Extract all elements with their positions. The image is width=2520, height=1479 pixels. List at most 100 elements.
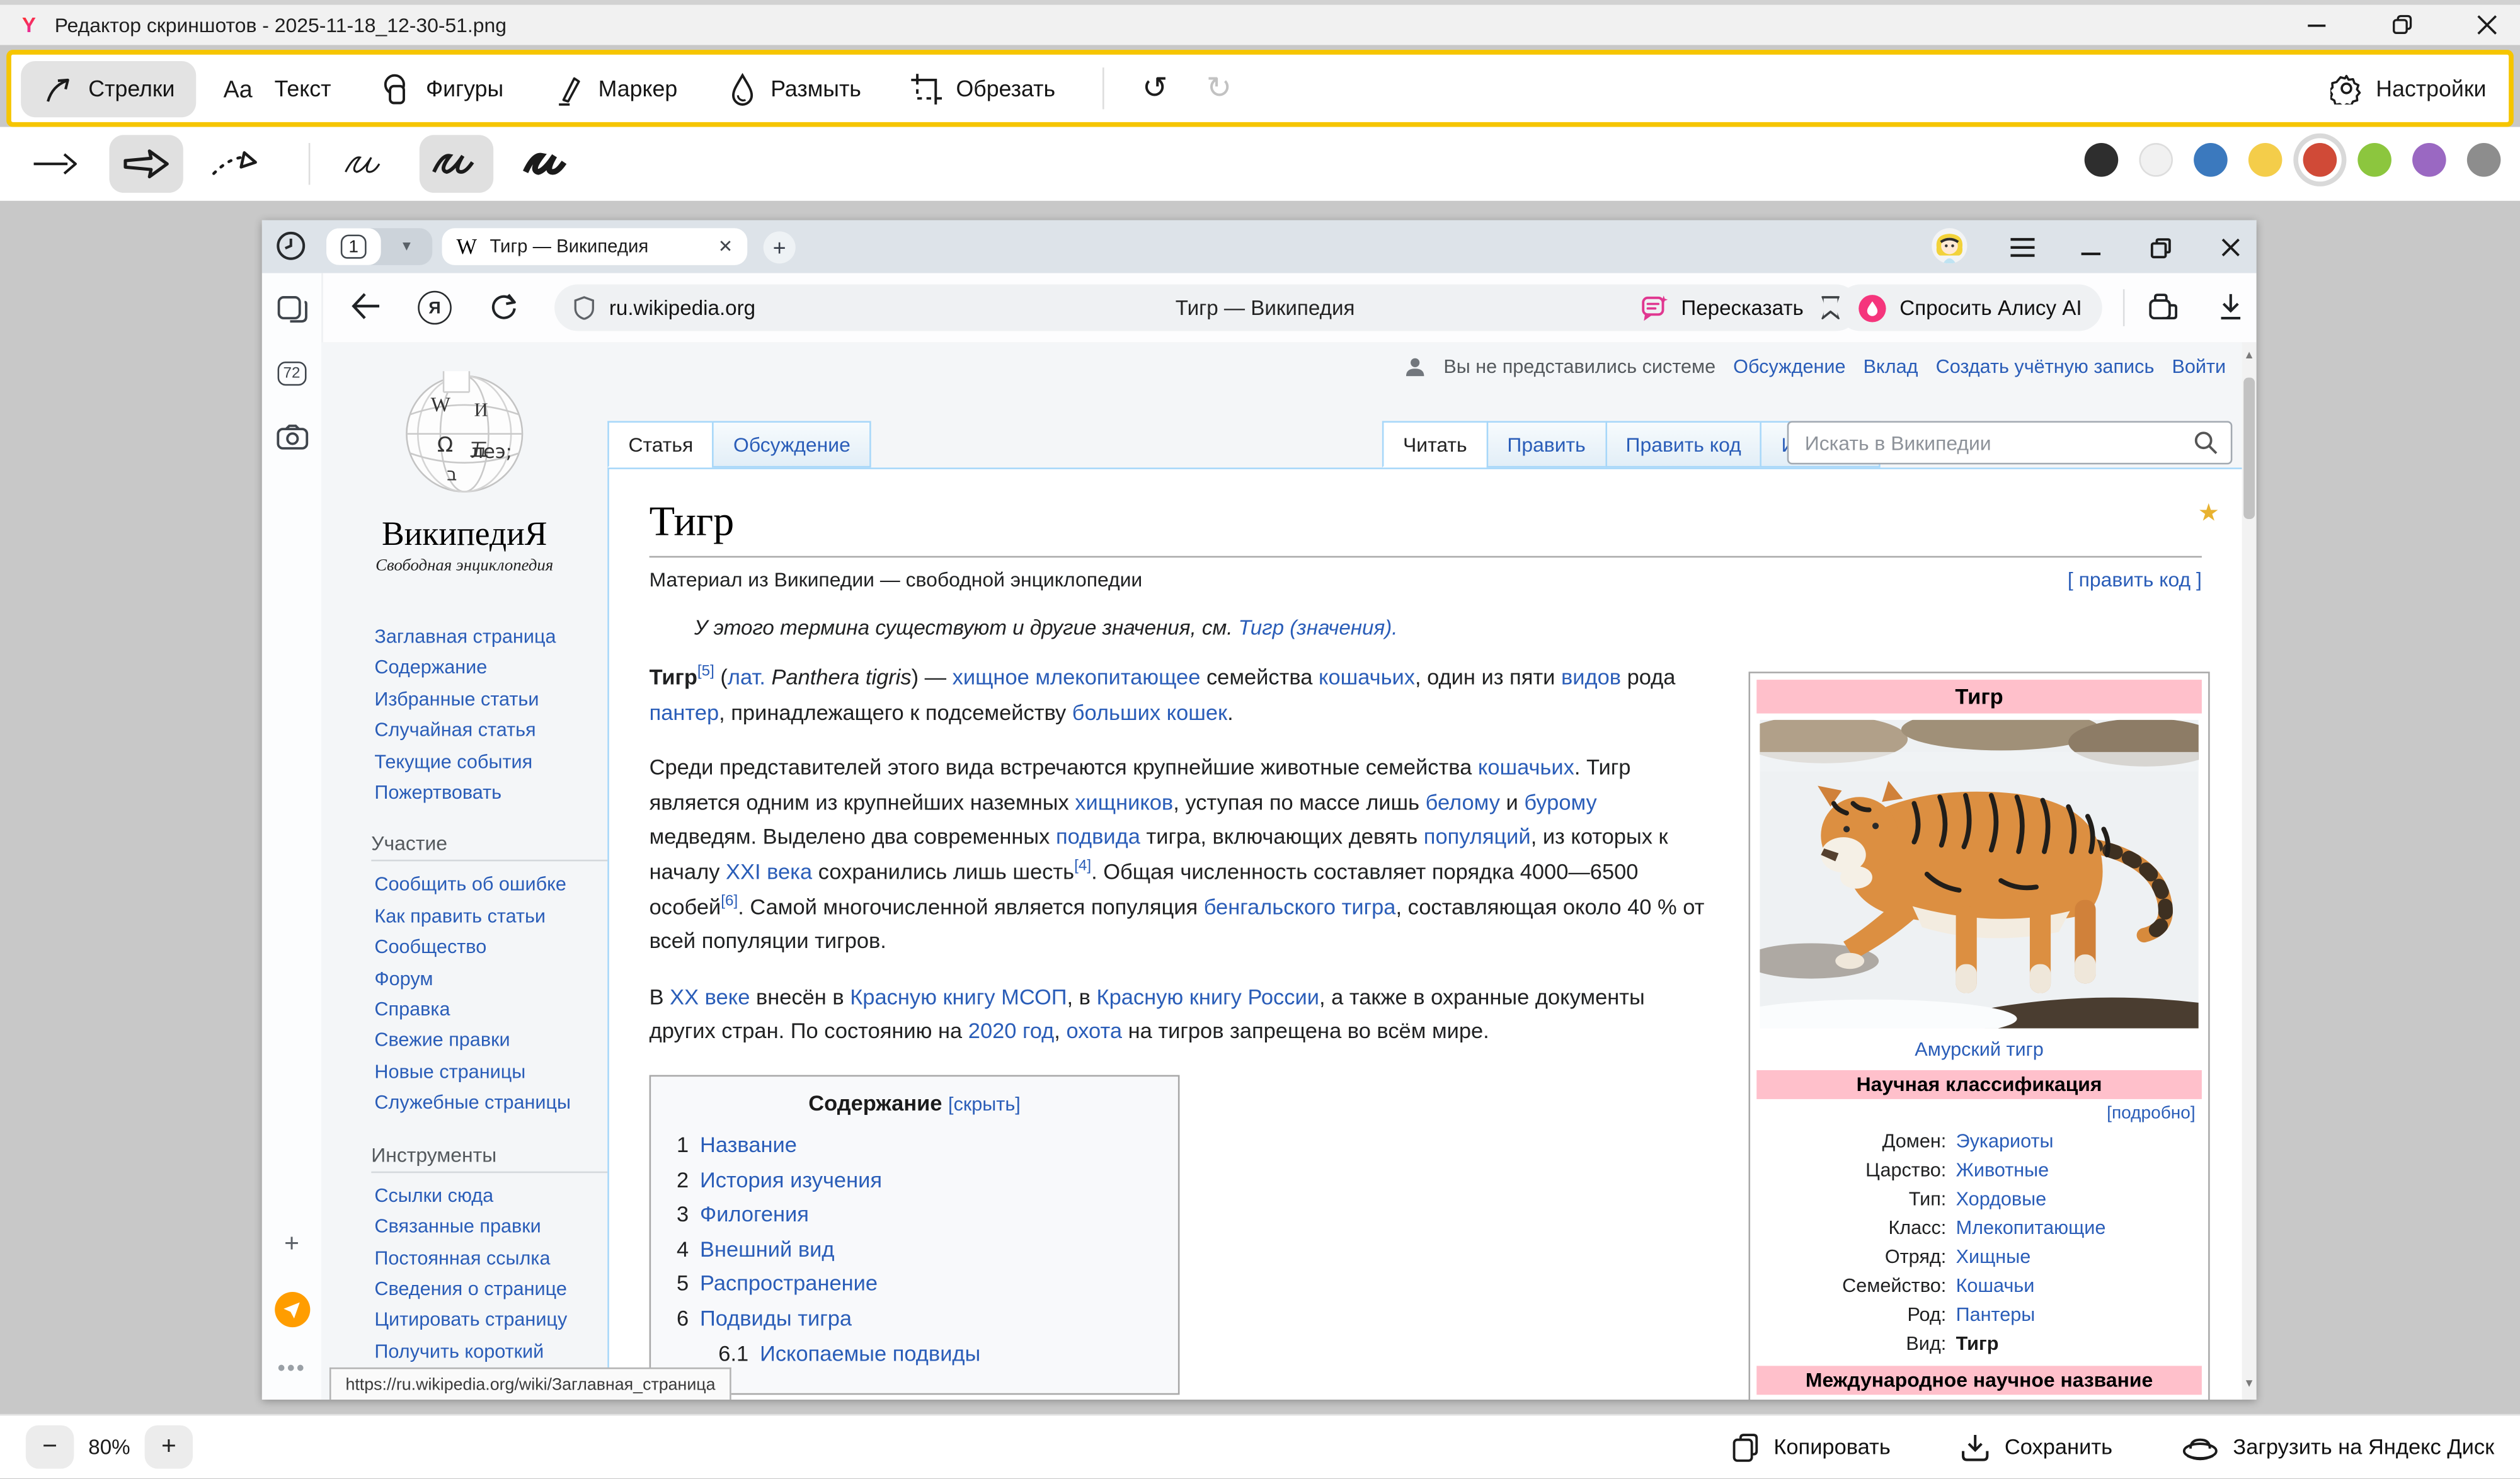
- wiki-link[interactable]: охота: [1066, 1019, 1122, 1043]
- undo-button[interactable]: ↺: [1123, 73, 1187, 103]
- personal-link[interactable]: Создать учётную запись: [1936, 355, 2155, 378]
- sidebar-link[interactable]: Ссылки сюда: [374, 1180, 619, 1212]
- captured-screenshot[interactable]: 1 ▾ W Тигр — Википедия ✕ +: [262, 220, 2257, 1399]
- sidebar-link[interactable]: Содержание: [374, 653, 619, 685]
- wiki-link[interactable]: хищное млекопитающее: [953, 665, 1201, 689]
- wiki-tab[interactable]: Обсуждение: [713, 421, 871, 467]
- tool-shapes[interactable]: Фигуры: [358, 60, 524, 117]
- sidebar-link[interactable]: Избранные статьи: [374, 684, 619, 716]
- reload-icon[interactable]: [489, 291, 519, 329]
- toc-hide-link[interactable]: [скрыть]: [948, 1093, 1021, 1116]
- wiki-link[interactable]: [4]: [1074, 857, 1091, 875]
- wiki-link[interactable]: бенгальского тигра: [1204, 894, 1396, 918]
- color-swatch[interactable]: [2303, 143, 2337, 177]
- wiki-link[interactable]: видов: [1561, 665, 1621, 689]
- wiki-link[interactable]: популяций: [1424, 825, 1531, 849]
- sidebar-link[interactable]: Сообщить об ошибке: [374, 870, 619, 901]
- tab-group-widget[interactable]: 1 ▾: [326, 228, 432, 265]
- toc-link[interactable]: Филогения: [700, 1202, 809, 1226]
- arrow-style-thin[interactable]: [20, 135, 93, 193]
- color-swatch[interactable]: [2194, 143, 2228, 177]
- sidebar-link[interactable]: Сообщество: [374, 932, 619, 964]
- scroll-down-icon[interactable]: ▼: [2242, 1377, 2257, 1393]
- chevron-down-icon[interactable]: ▾: [381, 228, 433, 265]
- extensions-icon[interactable]: [2147, 292, 2177, 329]
- wiki-tab[interactable]: Править: [1486, 421, 1605, 467]
- arrow-style-dashed[interactable]: [199, 135, 273, 193]
- taxon-link[interactable]: Животные: [1956, 1155, 2049, 1184]
- color-swatch[interactable]: [2467, 143, 2501, 177]
- history-icon[interactable]: [275, 230, 307, 270]
- details-link[interactable]: [подробно]: [2107, 1104, 2196, 1124]
- personal-link[interactable]: Вклад: [1864, 355, 1918, 378]
- wiki-link[interactable]: Красную книгу России: [1097, 985, 1319, 1008]
- wiki-link[interactable]: Тигр (значения).: [1239, 615, 1398, 639]
- tool-text[interactable]: Aa Текст: [202, 61, 352, 116]
- wiki-link[interactable]: Красную книгу МСОП: [850, 985, 1067, 1008]
- strip-more-icon[interactable]: •••: [277, 1355, 306, 1381]
- scrollbar-thumb[interactable]: [2243, 377, 2255, 518]
- wiki-link[interactable]: лат.: [728, 665, 765, 689]
- taxon-link[interactable]: Хордовые: [1956, 1184, 2047, 1213]
- page-scrollbar[interactable]: ▲ ▼: [2242, 342, 2257, 1400]
- tiger-image[interactable]: [1756, 720, 2202, 1033]
- personal-link[interactable]: Обсуждение: [1733, 355, 1845, 378]
- search-icon[interactable]: [2194, 431, 2218, 455]
- toc-link[interactable]: Распространение: [700, 1272, 878, 1296]
- redo-button[interactable]: ↻: [1187, 73, 1251, 103]
- wiki-link[interactable]: XX веке: [670, 985, 750, 1008]
- wiki-tab[interactable]: Читать: [1382, 421, 1486, 467]
- wiki-link[interactable]: больших кошек: [1072, 700, 1227, 724]
- sidebar-link[interactable]: Свежие правки: [374, 1026, 619, 1058]
- wiki-link[interactable]: хищников: [1075, 791, 1173, 814]
- color-swatch[interactable]: [2085, 143, 2119, 177]
- close-button[interactable]: [2477, 14, 2497, 35]
- wiki-tab[interactable]: Править код: [1605, 421, 1760, 467]
- sidebar-link[interactable]: Пожертвовать: [374, 778, 619, 809]
- wiki-link[interactable]: белому: [1426, 791, 1500, 814]
- tool-blur[interactable]: Размыть: [705, 60, 882, 117]
- zoom-out-button[interactable]: −: [26, 1426, 74, 1470]
- color-swatch[interactable]: [2412, 143, 2446, 177]
- search-input[interactable]: [1802, 430, 2194, 455]
- browser-restore-icon[interactable]: [2146, 233, 2175, 262]
- new-tab-button[interactable]: +: [764, 231, 796, 263]
- color-swatch[interactable]: [2248, 143, 2282, 177]
- wiki-link[interactable]: [5]: [697, 663, 714, 680]
- zoom-in-button[interactable]: +: [145, 1426, 193, 1470]
- restore-button[interactable]: [2391, 14, 2412, 35]
- tabs-counter-badge[interactable]: 72: [277, 362, 306, 385]
- wiki-search-box[interactable]: [1787, 421, 2233, 464]
- wiki-link[interactable]: XXI века: [726, 860, 812, 884]
- wiki-link[interactable]: подвида: [1056, 825, 1140, 849]
- tab-close-icon[interactable]: ✕: [718, 236, 733, 257]
- stroke-width-medium[interactable]: [420, 135, 493, 193]
- image-caption-link[interactable]: Амурский тигр: [1915, 1038, 2044, 1061]
- sidebar-link[interactable]: Цитировать страницу: [374, 1305, 619, 1337]
- wiki-link[interactable]: пантер: [650, 700, 719, 724]
- wiki-link[interactable]: бурому: [1524, 791, 1596, 814]
- tool-crop[interactable]: Обрезать: [888, 60, 1076, 117]
- copy-button[interactable]: Копировать: [1732, 1433, 1891, 1462]
- minimize-button[interactable]: [2306, 14, 2327, 35]
- color-swatch[interactable]: [2357, 143, 2391, 177]
- yandex-messenger-icon[interactable]: [274, 1292, 309, 1327]
- profile-avatar[interactable]: [1932, 228, 1967, 263]
- taxon-link[interactable]: Эукариоты: [1956, 1126, 2054, 1155]
- taxon-link[interactable]: Пантеры: [1956, 1300, 2036, 1329]
- edit-code-link[interactable]: [ править код ]: [2068, 569, 2202, 591]
- toc-link[interactable]: Внешний вид: [700, 1237, 834, 1261]
- save-button[interactable]: Сохранить: [1961, 1433, 2112, 1462]
- ask-alice-button[interactable]: Спросить Алису AI: [1837, 285, 2103, 331]
- color-swatch[interactable]: [2139, 143, 2173, 177]
- personal-link[interactable]: Войти: [2172, 355, 2226, 378]
- arrow-style-bold[interactable]: [109, 135, 183, 193]
- stroke-width-thick[interactable]: [510, 135, 583, 193]
- sidebar-link[interactable]: Заглавная страница: [374, 622, 619, 653]
- taxon-link[interactable]: Млекопитающие: [1956, 1213, 2106, 1242]
- browser-menu-icon[interactable]: [2007, 233, 2036, 262]
- sidebar-link[interactable]: Новые страницы: [374, 1057, 619, 1088]
- sidebar-link[interactable]: Постоянная ссылка: [374, 1243, 619, 1274]
- yandex-services-icon[interactable]: Я: [418, 291, 452, 325]
- wiki-link[interactable]: кошачьих: [1319, 665, 1415, 689]
